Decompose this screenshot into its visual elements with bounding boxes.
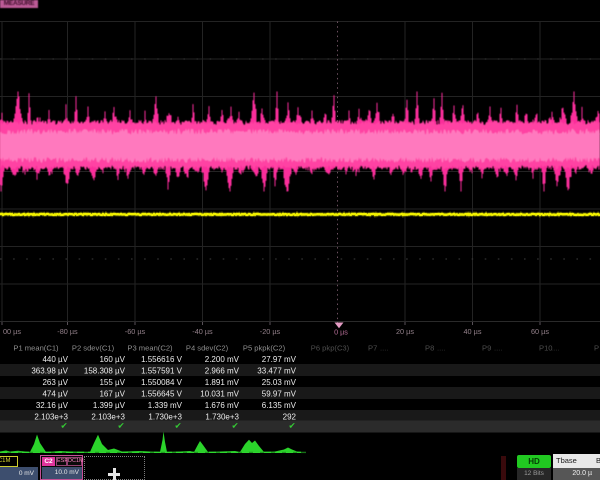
svg-text:155 µV: 155 µV: [99, 378, 125, 387]
svg-text:167 µV: 167 µV: [99, 390, 125, 399]
svg-text:25.03 mV: 25.03 mV: [262, 378, 297, 387]
svg-text:-20 µs: -20 µs: [260, 327, 281, 336]
svg-text:1.557591 V: 1.557591 V: [141, 367, 183, 376]
svg-text:P9: P9: [482, 344, 491, 353]
svg-text:59.97 mV: 59.97 mV: [262, 390, 297, 399]
svg-text:1.556616 V: 1.556616 V: [141, 355, 183, 364]
svg-text:P: P: [594, 344, 599, 353]
svg-text:32.16 µV: 32.16 µV: [36, 401, 69, 410]
svg-text:-80 µs: -80 µs: [57, 327, 78, 336]
svg-text:263 µV: 263 µV: [42, 378, 68, 387]
svg-text:33.477 mV: 33.477 mV: [257, 367, 296, 376]
svg-text:474 µV: 474 µV: [42, 390, 68, 399]
svg-text:20 µs: 20 µs: [396, 327, 414, 336]
svg-text:1.676 mV: 1.676 mV: [205, 401, 240, 410]
svg-text:✔: ✔: [174, 421, 181, 431]
svg-text:-40 µs: -40 µs: [192, 327, 213, 336]
svg-text:P1 mean(C1): P1 mean(C1): [13, 344, 59, 353]
svg-text:P6 pkp(C3): P6 pkp(C3): [311, 344, 350, 353]
svg-text:27.97 mV: 27.97 mV: [262, 355, 297, 364]
svg-text:10.031 mV: 10.031 mV: [200, 390, 239, 399]
svg-text:P2 sdev(C1): P2 sdev(C1): [72, 344, 115, 353]
svg-text:1.399 µV: 1.399 µV: [93, 401, 126, 410]
svg-text:....: ....: [437, 344, 445, 353]
svg-text:....: ....: [494, 344, 502, 353]
svg-text:P5 pkpk(C2): P5 pkpk(C2): [243, 344, 286, 353]
svg-text:0 µs: 0 µs: [334, 328, 348, 337]
svg-text:1.339 mV: 1.339 mV: [148, 401, 183, 410]
svg-text:1.550084 V: 1.550084 V: [141, 378, 183, 387]
svg-text:1.556645 V: 1.556645 V: [141, 390, 183, 399]
svg-text:2.966 mV: 2.966 mV: [205, 367, 240, 376]
svg-text:363.98 µV: 363.98 µV: [31, 367, 68, 376]
svg-text:160 µV: 160 µV: [99, 355, 125, 364]
svg-text:-60 µs: -60 µs: [125, 327, 146, 336]
svg-text:2.200 mV: 2.200 mV: [205, 355, 240, 364]
svg-text:1.891 mV: 1.891 mV: [205, 378, 240, 387]
svg-text:6.135 mV: 6.135 mV: [262, 401, 297, 410]
svg-text:✔: ✔: [288, 421, 295, 431]
svg-text:....: ....: [380, 344, 388, 353]
svg-text:60 µs: 60 µs: [531, 327, 549, 336]
svg-text:✔: ✔: [60, 421, 67, 431]
svg-text:✔: ✔: [231, 421, 238, 431]
svg-text:00 µs: 00 µs: [3, 327, 21, 336]
svg-text:P3 mean(C2): P3 mean(C2): [127, 344, 173, 353]
svg-text:440 µV: 440 µV: [42, 355, 68, 364]
svg-text:P4 sdev(C2): P4 sdev(C2): [186, 344, 229, 353]
svg-text:P8: P8: [425, 344, 434, 353]
svg-text:40 µs: 40 µs: [464, 327, 482, 336]
svg-text:P7: P7: [368, 344, 377, 353]
svg-text:158.308 µV: 158.308 µV: [84, 367, 126, 376]
svg-text:....: ....: [551, 344, 559, 353]
svg-text:✔: ✔: [117, 421, 124, 431]
